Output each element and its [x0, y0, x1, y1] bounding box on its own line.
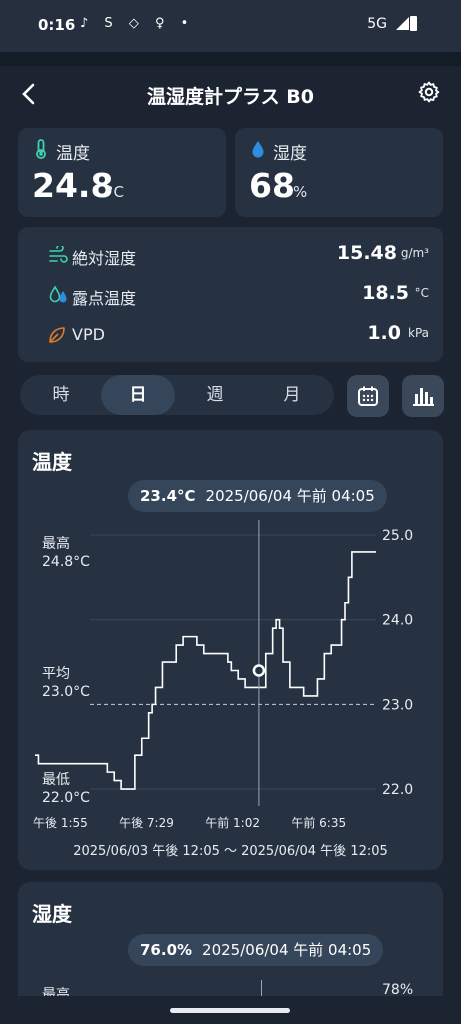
min-label: 最低 — [42, 772, 70, 788]
x-tick-label: 午後 1:55 — [33, 816, 88, 830]
status-bar: 0:16 ♪ S ◇ ♀ • 5G — [0, 0, 461, 52]
home-gesture-pill[interactable] — [170, 1008, 290, 1013]
tooltip-time: 2025/06/04 午前 04:05 — [205, 487, 375, 505]
gear-icon[interactable] — [417, 80, 441, 104]
page-title: 温湿度計プラス B0 — [147, 86, 314, 108]
x-tick-label: 午後 7:29 — [119, 816, 174, 830]
network-label: 5G — [367, 16, 387, 32]
max-label: 最高 — [42, 536, 70, 552]
period-segmented-control: 時 日 週 月 — [20, 375, 334, 415]
humidity-card[interactable]: 湿度 68 % — [235, 128, 443, 217]
chart-tooltip: 23.4°C 2025/06/04 午前 04:05 — [128, 480, 387, 512]
metric-value: 15.48 — [336, 242, 397, 264]
navigation-bar — [0, 996, 461, 1024]
notification-icons: ♪ S ◇ ♀ • — [80, 16, 195, 31]
temperature-card[interactable]: 温度 24.8 °C — [18, 128, 226, 217]
calendar-button[interactable] — [347, 375, 389, 417]
x-tick-label: 午前 6:35 — [291, 815, 346, 830]
temperature-unit: °C — [106, 183, 124, 201]
max-note: 最高 24.8°C — [42, 535, 90, 571]
app-bar: 温湿度計プラス B0 — [0, 66, 461, 122]
chart-title: 温度 — [32, 450, 72, 474]
y-tick-label: 23.0 — [382, 697, 413, 713]
temperature-chart-card: 温度 23.4°C 2025/06/04 午前 04:05 25.0 24.0 23.… — [18, 430, 443, 870]
tooltip-time: 2025/06/04 午前 04:05 — [202, 941, 372, 959]
absolute-humidity-row: 絶対湿度 15.48 g/m³ — [36, 240, 429, 270]
segment-hour[interactable]: 時 — [24, 375, 98, 415]
avg-label: 平均 — [42, 666, 70, 682]
temperature-value: 24.8 — [32, 166, 114, 205]
humidity-unit: % — [293, 183, 308, 201]
status-time: 0:16 — [38, 16, 76, 34]
metrics-card: 絶対湿度 15.48 g/m³ 露点温度 18.5 °C VPD 1.0 kPa — [18, 227, 443, 362]
avg-note: 平均 23.0°C — [42, 665, 90, 701]
chart-view-button[interactable] — [402, 375, 444, 417]
wind-icon — [49, 246, 68, 263]
segment-month[interactable]: 月 — [255, 375, 329, 415]
segment-week[interactable]: 週 — [178, 375, 252, 415]
metric-label: 絶対湿度 — [72, 249, 137, 268]
y-tick-label: 22.0 — [382, 782, 413, 798]
y-tick-label: 24.0 — [382, 613, 413, 629]
tooltip-value: 23.4°C — [140, 487, 196, 505]
avg-value: 23.0°C — [42, 684, 90, 700]
vpd-row: VPD 1.0 kPa — [36, 320, 429, 350]
min-note: 最低 22.0°C — [42, 771, 90, 807]
cursor-point — [252, 664, 266, 677]
water-drop-icon — [252, 141, 264, 158]
metric-value: 1.0 — [367, 322, 401, 344]
min-value: 22.0°C — [42, 790, 90, 806]
leaf-icon — [49, 327, 65, 343]
humidity-value: 68 — [249, 166, 295, 205]
metric-label: VPD — [72, 325, 105, 344]
bar-chart-icon — [413, 388, 434, 406]
battery-icon — [410, 16, 417, 31]
signal-icon — [396, 17, 409, 30]
metric-label: 露点温度 — [72, 289, 137, 308]
chart-title: 湿度 — [32, 902, 72, 926]
temperature-label: 温度 — [56, 144, 90, 164]
x-tick-label: 午前 1:02 — [205, 815, 260, 830]
thermometer-icon — [36, 139, 46, 159]
tooltip-value: 76.0% — [140, 941, 193, 959]
metric-unit: g/m³ — [400, 246, 429, 260]
y-tick-label: 25.0 — [382, 528, 413, 544]
metric-unit: °C — [414, 286, 429, 300]
calendar-icon — [358, 386, 378, 406]
metric-value: 18.5 — [362, 282, 409, 304]
dew-drops-icon — [49, 285, 67, 303]
metric-unit: kPa — [408, 326, 429, 340]
segment-day[interactable]: 日 — [101, 375, 175, 415]
humidity-label: 湿度 — [273, 144, 307, 164]
chart-tooltip: 76.0% 2025/06/04 午前 04:05 — [128, 934, 384, 966]
dew-point-row: 露点温度 18.5 °C — [36, 280, 429, 310]
date-range: 2025/06/03 午後 12:05 〜 2025/06/04 午後 12:0… — [73, 844, 388, 859]
max-value: 24.8°C — [42, 554, 90, 570]
